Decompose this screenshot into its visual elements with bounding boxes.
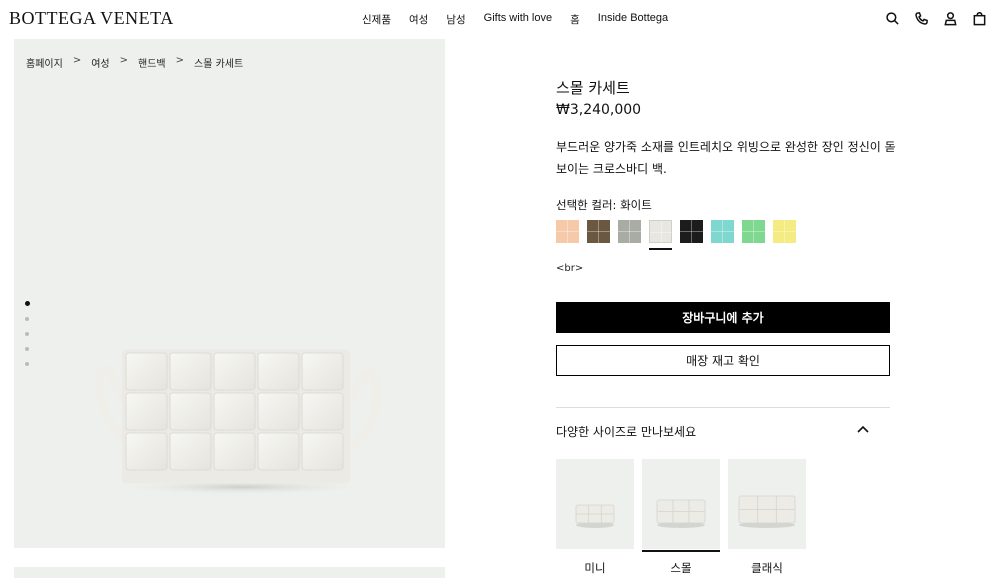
weave-tile — [169, 392, 212, 431]
main-nav: 신제품 여성 남성 Gifts with love 홈 Inside Bottega — [362, 12, 686, 27]
size-option-0[interactable]: 미니 — [556, 459, 634, 576]
breadcrumb-item-women[interactable]: 여성 — [91, 55, 109, 70]
weave-tile — [301, 432, 344, 471]
weave-tile — [125, 352, 168, 391]
gallery-dot[interactable] — [25, 301, 30, 306]
shopping-bag-icon[interactable] — [971, 10, 987, 26]
gallery-dot[interactable] — [25, 347, 29, 351]
breadcrumb-item-current: 스몰 카세트 — [194, 59, 244, 70]
size-thumbnail — [642, 459, 720, 549]
stray-br-text: <br> — [556, 263, 584, 274]
gallery-dot[interactable] — [25, 362, 29, 366]
breadcrumb: 홈페이지 > 여성 > 핸드백 > 스몰 카세트 — [26, 55, 243, 70]
selected-swatch-indicator — [649, 248, 672, 250]
sizes-section-title[interactable]: 다양한 사이즈로 만나보세요 — [556, 423, 696, 440]
breadcrumb-separator: > — [175, 55, 184, 66]
phone-icon[interactable] — [913, 10, 929, 26]
check-store-stock-button[interactable]: 매장 재고 확인 — [556, 345, 890, 376]
size-options: 미니 스몰 클래식 — [556, 459, 814, 576]
gallery-pagination — [25, 301, 30, 366]
breadcrumb-item-handbags[interactable]: 핸드백 — [138, 55, 166, 70]
nav-item[interactable]: Gifts with love — [484, 12, 552, 27]
gallery-next-image — [14, 567, 445, 578]
size-thumbnail — [556, 459, 634, 549]
weave-tile — [257, 432, 300, 471]
brand-logo[interactable]: BOTTEGA VENETA — [9, 8, 174, 29]
nav-item[interactable]: 홈 — [570, 12, 580, 27]
weave-tile — [125, 392, 168, 431]
size-label: 클래식 — [751, 561, 783, 575]
weave-tile — [301, 392, 344, 431]
weave-tile — [213, 432, 256, 471]
add-to-cart-button[interactable]: 장바구니에 추가 — [556, 302, 890, 333]
weave-tile — [257, 392, 300, 431]
color-swatch-green[interactable] — [742, 220, 765, 243]
header-icons — [884, 10, 1000, 26]
divider — [556, 407, 890, 408]
weave-tile — [301, 352, 344, 391]
selected-size-indicator — [642, 550, 720, 552]
selected-color-label: 선택한 컬러: 화이트 — [556, 198, 652, 212]
weave-tile — [125, 432, 168, 471]
product-gallery: 홈페이지 > 여성 > 핸드백 > 스몰 카세트 — [14, 39, 445, 548]
product-price: ₩3,240,000 — [556, 102, 642, 118]
breadcrumb-separator: > — [72, 55, 82, 66]
color-swatch-white[interactable] — [649, 220, 673, 244]
site-header: BOTTEGA VENETA 신제품 여성 남성 Gifts with love 홈 In… — [0, 0, 1000, 38]
product-image — [95, 349, 382, 495]
weave-tile — [169, 432, 212, 471]
product-title: 스몰 카세트 — [556, 79, 630, 97]
nav-item[interactable]: 신제품 — [362, 12, 391, 27]
color-swatch-grey[interactable] — [618, 220, 641, 243]
breadcrumb-item-home[interactable]: 홈페이지 — [26, 55, 63, 70]
weave-tile — [169, 352, 212, 391]
weave-tile — [257, 352, 300, 391]
color-swatch-black[interactable] — [680, 220, 703, 243]
account-icon[interactable] — [942, 10, 958, 26]
color-swatch-aqua[interactable] — [711, 220, 734, 243]
size-label: 미니 — [584, 561, 606, 575]
nav-item[interactable]: 여성 — [409, 12, 428, 27]
color-swatches — [556, 220, 804, 244]
color-swatch-peach[interactable] — [556, 220, 579, 243]
color-swatch-brown[interactable] — [587, 220, 610, 243]
nav-item[interactable]: Inside Bottega — [598, 12, 668, 27]
breadcrumb-separator: > — [119, 55, 128, 66]
size-label: 스몰 — [670, 561, 692, 575]
size-option-1[interactable]: 스몰 — [642, 459, 720, 576]
search-icon[interactable] — [884, 10, 900, 26]
nav-item[interactable]: 남성 — [446, 12, 465, 27]
weave-tile — [213, 352, 256, 391]
weave-tile — [213, 392, 256, 431]
chevron-up-icon[interactable] — [856, 421, 870, 435]
size-option-2[interactable]: 클래식 — [728, 459, 806, 576]
size-thumbnail — [728, 459, 806, 549]
gallery-dot[interactable] — [25, 317, 29, 321]
color-swatch-yellow[interactable] — [773, 220, 796, 243]
gallery-dot[interactable] — [25, 332, 29, 336]
product-description: 부드러운 양가죽 소재를 인트레치오 위빙으로 완성한 장인 정신이 돋보이는 … — [556, 140, 896, 176]
